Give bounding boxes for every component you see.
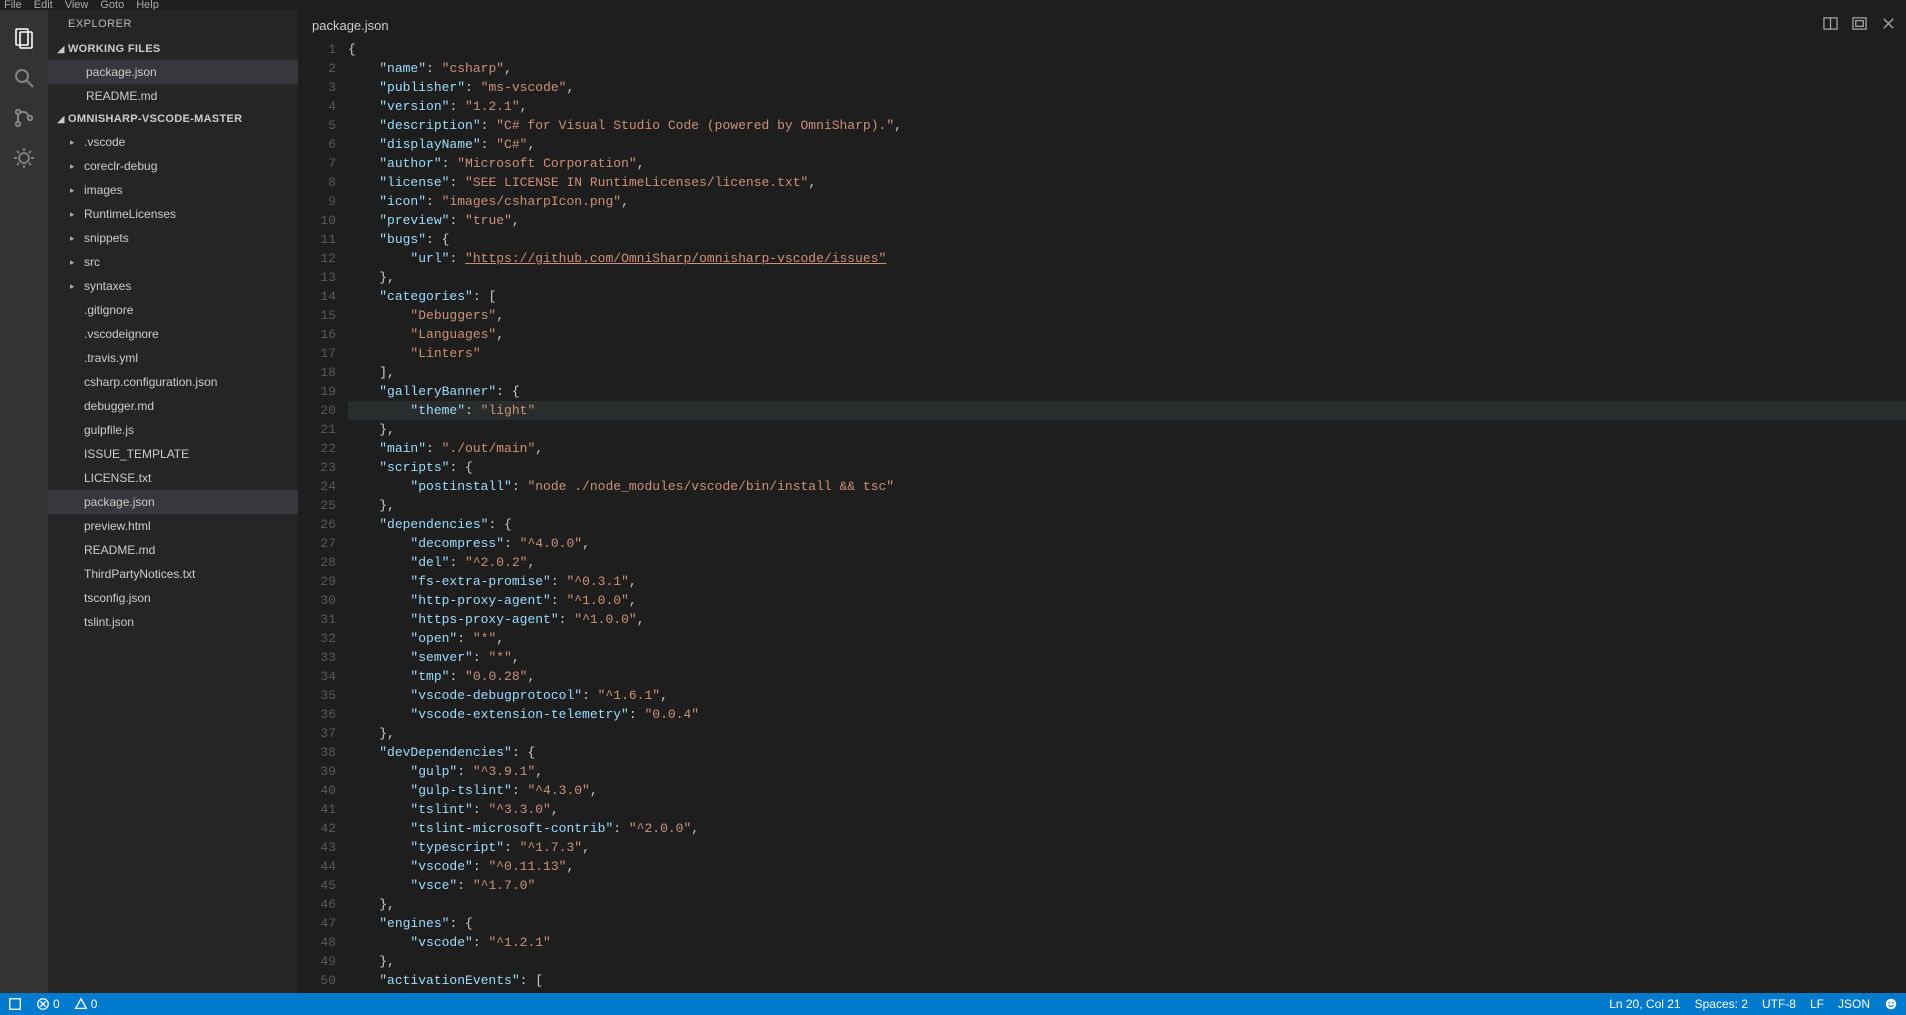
folder-item[interactable]: ▸RuntimeLicenses [48, 202, 298, 226]
close-editor-icon[interactable] [1881, 16, 1896, 34]
file-item[interactable]: gulpfile.js [48, 418, 298, 442]
more-editor-icon[interactable] [1852, 16, 1867, 34]
file-item[interactable]: .travis.yml [48, 346, 298, 370]
file-item[interactable]: tslint.json [48, 610, 298, 634]
editor-group: package.json 123456789101112131415161718… [298, 10, 1906, 993]
file-item[interactable]: .gitignore [48, 298, 298, 322]
working-files-header[interactable]: ◢WORKING FILES [48, 38, 298, 60]
code-area[interactable]: { "name": "csharp", "publisher": "ms-vsc… [348, 40, 1906, 993]
explorer-icon[interactable] [0, 18, 48, 58]
tab-bar: package.json [298, 10, 1906, 40]
split-editor-icon[interactable] [1823, 16, 1838, 34]
search-icon[interactable] [0, 58, 48, 98]
status-feedback-icon[interactable] [1884, 997, 1898, 1011]
file-item[interactable]: README.md [48, 538, 298, 562]
status-lang[interactable]: JSON [1838, 997, 1870, 1011]
status-eol[interactable]: LF [1810, 997, 1824, 1011]
editor[interactable]: 1234567891011121314151617181920212223242… [298, 40, 1906, 993]
file-item[interactable]: .vscodeignore [48, 322, 298, 346]
working-file[interactable]: README.md [48, 84, 298, 108]
status-ln-col[interactable]: Ln 20, Col 21 [1609, 997, 1680, 1011]
project-header[interactable]: ◢OMNISHARP-VSCODE-MASTER [48, 108, 298, 130]
file-item[interactable]: csharp.configuration.json [48, 370, 298, 394]
git-icon[interactable] [0, 98, 48, 138]
file-item[interactable]: tsconfig.json [48, 586, 298, 610]
sidebar-title: EXPLORER [48, 10, 298, 38]
folder-item[interactable]: ▸images [48, 178, 298, 202]
activity-bar [0, 10, 48, 993]
folder-item[interactable]: ▸src [48, 250, 298, 274]
file-item[interactable]: ThirdPartyNotices.txt [48, 562, 298, 586]
gutter: 1234567891011121314151617181920212223242… [298, 40, 348, 993]
status-encoding[interactable]: UTF-8 [1762, 997, 1796, 1011]
tab-package-json[interactable]: package.json [312, 18, 389, 33]
file-item[interactable]: ISSUE_TEMPLATE [48, 442, 298, 466]
status-remote-icon[interactable] [8, 997, 22, 1011]
status-spaces[interactable]: Spaces: 2 [1695, 997, 1748, 1011]
folder-item[interactable]: ▸.vscode [48, 130, 298, 154]
folder-item[interactable]: ▸syntaxes [48, 274, 298, 298]
file-item[interactable]: package.json [48, 490, 298, 514]
sidebar: EXPLORER ◢WORKING FILES package.jsonREAD… [48, 10, 298, 993]
file-item[interactable]: preview.html [48, 514, 298, 538]
debug-icon[interactable] [0, 138, 48, 178]
menubar: File Edit View Goto Help [0, 0, 1906, 10]
folder-item[interactable]: ▸snippets [48, 226, 298, 250]
folder-item[interactable]: ▸coreclr-debug [48, 154, 298, 178]
status-warnings[interactable]: 0 [74, 997, 98, 1011]
status-errors[interactable]: 0 [36, 997, 60, 1011]
file-item[interactable]: debugger.md [48, 394, 298, 418]
status-bar: 0 0 Ln 20, Col 21 Spaces: 2 UTF-8 LF JSO… [0, 993, 1906, 1015]
file-item[interactable]: LICENSE.txt [48, 466, 298, 490]
working-file[interactable]: package.json [48, 60, 298, 84]
